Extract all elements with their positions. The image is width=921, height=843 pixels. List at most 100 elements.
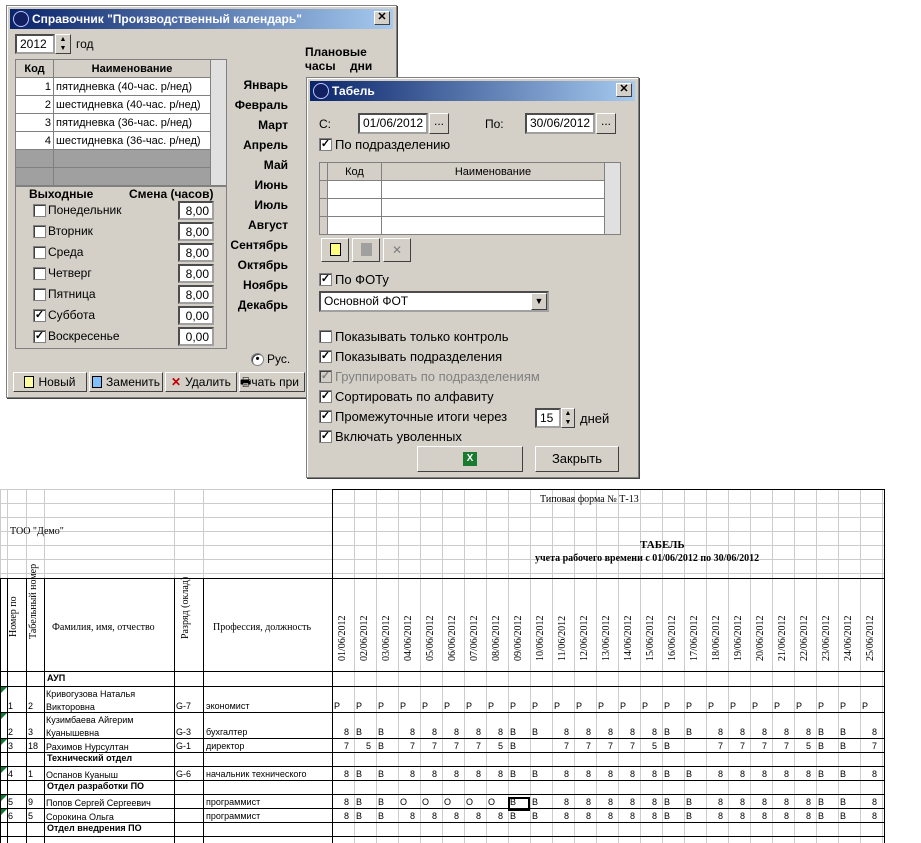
add-dept-button[interactable] [321, 238, 349, 262]
day-cell[interactable]: 8 [718, 811, 723, 821]
day-cell[interactable]: 8 [476, 811, 481, 821]
day-cell[interactable]: 5 [806, 741, 811, 751]
day-cell[interactable]: Р [444, 701, 450, 711]
weekend-checkbox[interactable] [33, 225, 46, 238]
grid-cell-code[interactable]: 3 [15, 113, 54, 132]
day-cell[interactable]: В [532, 811, 538, 821]
to-date-browse[interactable]: ... [596, 113, 616, 134]
day-cell[interactable]: В [818, 811, 824, 821]
day-cell[interactable]: 8 [872, 727, 877, 737]
close-icon[interactable]: ✕ [616, 83, 632, 97]
day-cell[interactable]: Р [334, 701, 340, 711]
day-cell[interactable]: 8 [608, 797, 613, 807]
day-cell[interactable]: 8 [564, 811, 569, 821]
calendar-titlebar[interactable]: Справочник "Производственный календарь" ✕ [10, 9, 393, 29]
day-cell[interactable]: Р [488, 701, 494, 711]
option-checkbox[interactable] [319, 330, 332, 343]
interval-spinner[interactable]: ▲ ▼ [561, 408, 575, 428]
day-cell[interactable]: В [686, 769, 692, 779]
day-cell[interactable]: 7 [476, 741, 481, 751]
weekend-checkbox[interactable] [33, 288, 46, 301]
day-cell[interactable]: В [686, 727, 692, 737]
lang-radio[interactable]: • [251, 353, 264, 366]
grid-cell-name[interactable]: шестидневка (40-час. р/нед) [53, 95, 211, 114]
dept-grid-cell[interactable] [327, 180, 382, 199]
day-cell[interactable]: 7 [718, 741, 723, 751]
day-cell[interactable]: 8 [344, 727, 349, 737]
day-cell[interactable]: Р [752, 701, 758, 711]
fot-select[interactable]: Основной ФОТ [319, 291, 549, 312]
day-cell[interactable]: Р [510, 701, 516, 711]
day-cell[interactable]: 8 [652, 727, 657, 737]
option-checkbox[interactable]: ✓ [319, 410, 332, 423]
day-cell[interactable]: 8 [784, 811, 789, 821]
grid-header-code[interactable]: Код [15, 59, 54, 78]
day-cell[interactable]: 7 [344, 741, 349, 751]
day-cell[interactable]: В [840, 811, 846, 821]
day-cell[interactable]: 8 [432, 727, 437, 737]
day-cell[interactable]: В [840, 769, 846, 779]
day-cell[interactable]: О [422, 797, 429, 807]
day-cell[interactable]: 7 [410, 741, 415, 751]
option-checkbox[interactable]: ✓ [319, 350, 332, 363]
day-cell[interactable]: 8 [740, 769, 745, 779]
day-cell[interactable]: В [356, 769, 362, 779]
day-cell[interactable]: В [378, 741, 384, 751]
day-cell[interactable]: О [466, 797, 473, 807]
day-cell[interactable]: В [510, 741, 516, 751]
day-cell[interactable]: 8 [476, 727, 481, 737]
day-cell[interactable]: В [378, 769, 384, 779]
dept-grid-cell[interactable] [327, 198, 382, 217]
day-cell[interactable]: 5 [498, 741, 503, 751]
day-cell[interactable]: 8 [608, 727, 613, 737]
day-cell[interactable]: 5 [366, 741, 371, 751]
new-button[interactable]: Новый [13, 372, 87, 392]
grid-cell-code[interactable]: 4 [15, 131, 54, 150]
day-cell[interactable]: В [378, 727, 384, 737]
day-cell[interactable]: 8 [718, 797, 723, 807]
day-cell[interactable]: 8 [718, 727, 723, 737]
day-cell[interactable]: Р [862, 701, 868, 711]
remove-dept-button[interactable]: ✕ [383, 238, 411, 262]
day-cell[interactable]: 8 [498, 811, 503, 821]
day-cell[interactable]: В [532, 797, 538, 807]
day-cell[interactable]: Р [576, 701, 582, 711]
grid-cell-name[interactable]: шестидневка (36-час. р/нед) [53, 131, 211, 150]
day-cell[interactable]: 8 [432, 811, 437, 821]
day-cell[interactable]: 7 [608, 741, 613, 751]
schedule-grid[interactable]: Код Наименование 1 пятидневка (40-час. р/н… [15, 59, 227, 186]
dept-grid-scrollbar[interactable] [604, 162, 621, 235]
day-cell[interactable]: В [664, 797, 670, 807]
day-cell[interactable]: В [664, 727, 670, 737]
day-cell[interactable]: 8 [872, 769, 877, 779]
day-cell[interactable]: 8 [586, 811, 591, 821]
day-cell[interactable]: 8 [454, 769, 459, 779]
weekend-checkbox[interactable] [33, 246, 46, 259]
day-cell[interactable]: 8 [410, 769, 415, 779]
day-cell[interactable]: 8 [872, 811, 877, 821]
day-cell[interactable]: Р [796, 701, 802, 711]
day-cell[interactable]: 8 [762, 769, 767, 779]
day-cell[interactable]: 8 [564, 797, 569, 807]
day-cell[interactable]: Р [642, 701, 648, 711]
day-cell[interactable]: 8 [652, 769, 657, 779]
day-cell[interactable]: В [664, 741, 670, 751]
day-cell[interactable]: Р [422, 701, 428, 711]
day-cell[interactable]: Р [730, 701, 736, 711]
day-cell[interactable]: 7 [630, 741, 635, 751]
day-cell[interactable]: 8 [630, 811, 635, 821]
shift-hours-input[interactable]: 0,00 [178, 306, 214, 325]
shift-hours-input[interactable]: 8,00 [178, 243, 214, 262]
day-cell[interactable]: 7 [740, 741, 745, 751]
day-cell[interactable]: 8 [498, 769, 503, 779]
day-cell[interactable]: В [818, 797, 824, 807]
day-cell[interactable]: Р [532, 701, 538, 711]
day-cell[interactable]: Р [356, 701, 362, 711]
day-cell[interactable]: 8 [784, 797, 789, 807]
weekend-checkbox[interactable] [33, 204, 46, 217]
dept-grid-cell[interactable] [327, 216, 382, 235]
day-cell[interactable]: 8 [586, 769, 591, 779]
replace-button[interactable]: Заменить [89, 372, 163, 392]
print-button[interactable]: 🖶чать при [239, 372, 305, 392]
day-cell[interactable]: 7 [872, 741, 877, 751]
